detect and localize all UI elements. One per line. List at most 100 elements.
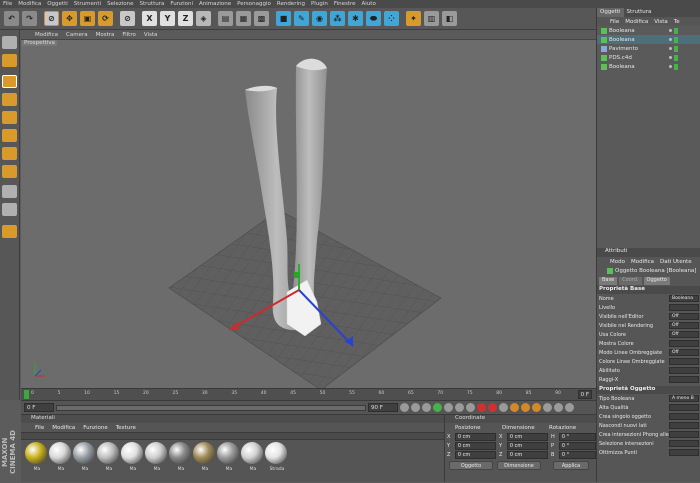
- menu-funzioni[interactable]: Funzioni: [167, 1, 196, 7]
- coord-mode-select[interactable]: Oggetto: [449, 461, 493, 470]
- visibility-dot-icon[interactable]: [669, 56, 672, 59]
- material-menu-modifica[interactable]: Modifica: [48, 425, 79, 431]
- material-swatch[interactable]: Ma: [97, 442, 119, 472]
- attr-tab-coord[interactable]: Coord.: [619, 277, 642, 285]
- scale-key-icon[interactable]: [521, 403, 530, 412]
- property-value[interactable]: [669, 376, 699, 383]
- rotation-field[interactable]: 0 °: [558, 441, 596, 450]
- tab-struttura[interactable]: Struttura: [624, 8, 655, 17]
- object-menu-vista[interactable]: Vista: [651, 19, 671, 25]
- material-menu-file[interactable]: File: [31, 425, 48, 431]
- undo-icon[interactable]: ↶: [4, 11, 19, 26]
- material-swatch[interactable]: Ma: [25, 442, 47, 472]
- goto-end-icon[interactable]: [466, 403, 475, 412]
- visibility-dot-icon[interactable]: [669, 29, 672, 32]
- play-icon[interactable]: [433, 403, 442, 412]
- menu-struttura[interactable]: Struttura: [137, 1, 168, 7]
- frame-range-slider[interactable]: [56, 404, 366, 411]
- property-value[interactable]: [669, 431, 699, 438]
- menu-modifica[interactable]: Modifica: [15, 1, 44, 7]
- object-row[interactable]: PDS.c4d: [597, 53, 700, 62]
- object-row[interactable]: Booleana: [597, 26, 700, 35]
- prev-frame-icon[interactable]: [422, 403, 431, 412]
- property-value[interactable]: A meno B: [669, 395, 699, 402]
- recent-tool-icon[interactable]: ⊘: [120, 11, 135, 26]
- viewport-menu-camera[interactable]: Camera: [62, 32, 92, 38]
- tab-oggetti[interactable]: Oggetti: [597, 8, 624, 17]
- timeline-playhead[interactable]: [24, 390, 29, 399]
- coordinate-system-icon[interactable]: ◈: [196, 11, 211, 26]
- enabled-check-icon[interactable]: [674, 54, 678, 61]
- floor-icon[interactable]: ⬬: [366, 11, 381, 26]
- light-icon[interactable]: ✦: [406, 11, 421, 26]
- menu-animazione[interactable]: Animazione: [196, 1, 234, 7]
- property-value[interactable]: [669, 422, 699, 429]
- autokey-icon[interactable]: [488, 403, 497, 412]
- next-frame-icon[interactable]: [444, 403, 453, 412]
- material-swatch[interactable]: Ma: [217, 442, 239, 472]
- camera-icon[interactable]: ⁘: [384, 11, 399, 26]
- property-value[interactable]: [669, 367, 699, 374]
- material-swatch[interactable]: Ma: [73, 442, 95, 472]
- pen-spline-icon[interactable]: ✎: [294, 11, 309, 26]
- x-axis-icon[interactable]: X: [142, 11, 157, 26]
- position-key-icon[interactable]: [510, 403, 519, 412]
- render-settings-icon[interactable]: ▩: [254, 11, 269, 26]
- property-value[interactable]: Off: [669, 313, 699, 320]
- attr-menu-modifica[interactable]: Modifica: [628, 259, 657, 265]
- keyframe-selection-icon[interactable]: [499, 403, 508, 412]
- apply-button[interactable]: Applica: [553, 461, 589, 470]
- object-menu-file[interactable]: File: [607, 19, 622, 25]
- make-editable-icon[interactable]: [2, 36, 17, 49]
- menu-selezione[interactable]: Selezione: [104, 1, 136, 7]
- rotate-icon[interactable]: ⟳: [98, 11, 113, 26]
- attr-tab-base[interactable]: Base: [599, 277, 618, 285]
- object-row[interactable]: Pavimento: [597, 44, 700, 53]
- property-value[interactable]: [669, 304, 699, 311]
- menu-finestre[interactable]: Finestre: [331, 1, 359, 7]
- viewport-menu-filtro[interactable]: Filtro: [118, 32, 139, 38]
- record-icon[interactable]: [477, 403, 486, 412]
- position-field[interactable]: 0 cm: [454, 432, 496, 441]
- live-selection-icon[interactable]: ⊘: [44, 11, 59, 26]
- property-value[interactable]: Booleana: [669, 295, 699, 302]
- y-axis-icon[interactable]: Y: [160, 11, 175, 26]
- dimension-field[interactable]: 0 cm: [506, 441, 548, 450]
- viewport-3d[interactable]: Prospettiva: [21, 40, 596, 388]
- prev-key-icon[interactable]: [411, 403, 420, 412]
- material-swatch[interactable]: Ma: [193, 442, 215, 472]
- material-swatch[interactable]: Ma: [241, 442, 263, 472]
- rotation-field[interactable]: 0 °: [558, 432, 596, 441]
- nurbs-icon[interactable]: ◉: [312, 11, 327, 26]
- rotation-key-icon[interactable]: [532, 403, 541, 412]
- pla-key-icon[interactable]: [554, 403, 563, 412]
- timeline-ruler[interactable]: 0 5 10 15 20 25 30 35 40 45 50 55 60 65 70 75 80 85 90 0 F: [21, 388, 596, 400]
- goto-start-icon[interactable]: [400, 403, 409, 412]
- move-icon[interactable]: ✥: [62, 11, 77, 26]
- object-row[interactable]: Booleana: [597, 35, 700, 44]
- snap-icon[interactable]: [2, 185, 17, 198]
- material-menu-texture[interactable]: Texture: [112, 425, 140, 431]
- position-field[interactable]: 0 cm: [454, 450, 496, 459]
- menu-aiuto[interactable]: Aiuto: [359, 1, 379, 7]
- attr-menu-modo[interactable]: Modo: [607, 259, 628, 265]
- z-axis-icon[interactable]: Z: [178, 11, 193, 26]
- attr-menu-dati-utente[interactable]: Dati Utente: [657, 259, 695, 265]
- cube-icon[interactable]: ■: [276, 11, 291, 26]
- property-value[interactable]: Off: [669, 331, 699, 338]
- dimension-field[interactable]: 0 cm: [506, 432, 548, 441]
- enabled-check-icon[interactable]: [674, 27, 678, 34]
- object-row[interactable]: Booleana: [597, 62, 700, 71]
- paint-icon[interactable]: [2, 225, 17, 238]
- menu-file[interactable]: File: [0, 1, 15, 7]
- current-frame-field[interactable]: 0 F: [577, 390, 592, 399]
- points-tool-icon[interactable]: [2, 129, 17, 142]
- timeline-menu-icon[interactable]: [565, 403, 574, 412]
- model-tool-icon[interactable]: [2, 54, 17, 67]
- menu-oggetti[interactable]: Oggetti: [44, 1, 71, 7]
- menu-plugin[interactable]: Plugin: [308, 1, 331, 7]
- visibility-dot-icon[interactable]: [669, 47, 672, 50]
- object-menu-modifica[interactable]: Modifica: [622, 19, 651, 25]
- size-mode-select[interactable]: Dimensione: [497, 461, 541, 470]
- menu-rendering[interactable]: Rendering: [274, 1, 308, 7]
